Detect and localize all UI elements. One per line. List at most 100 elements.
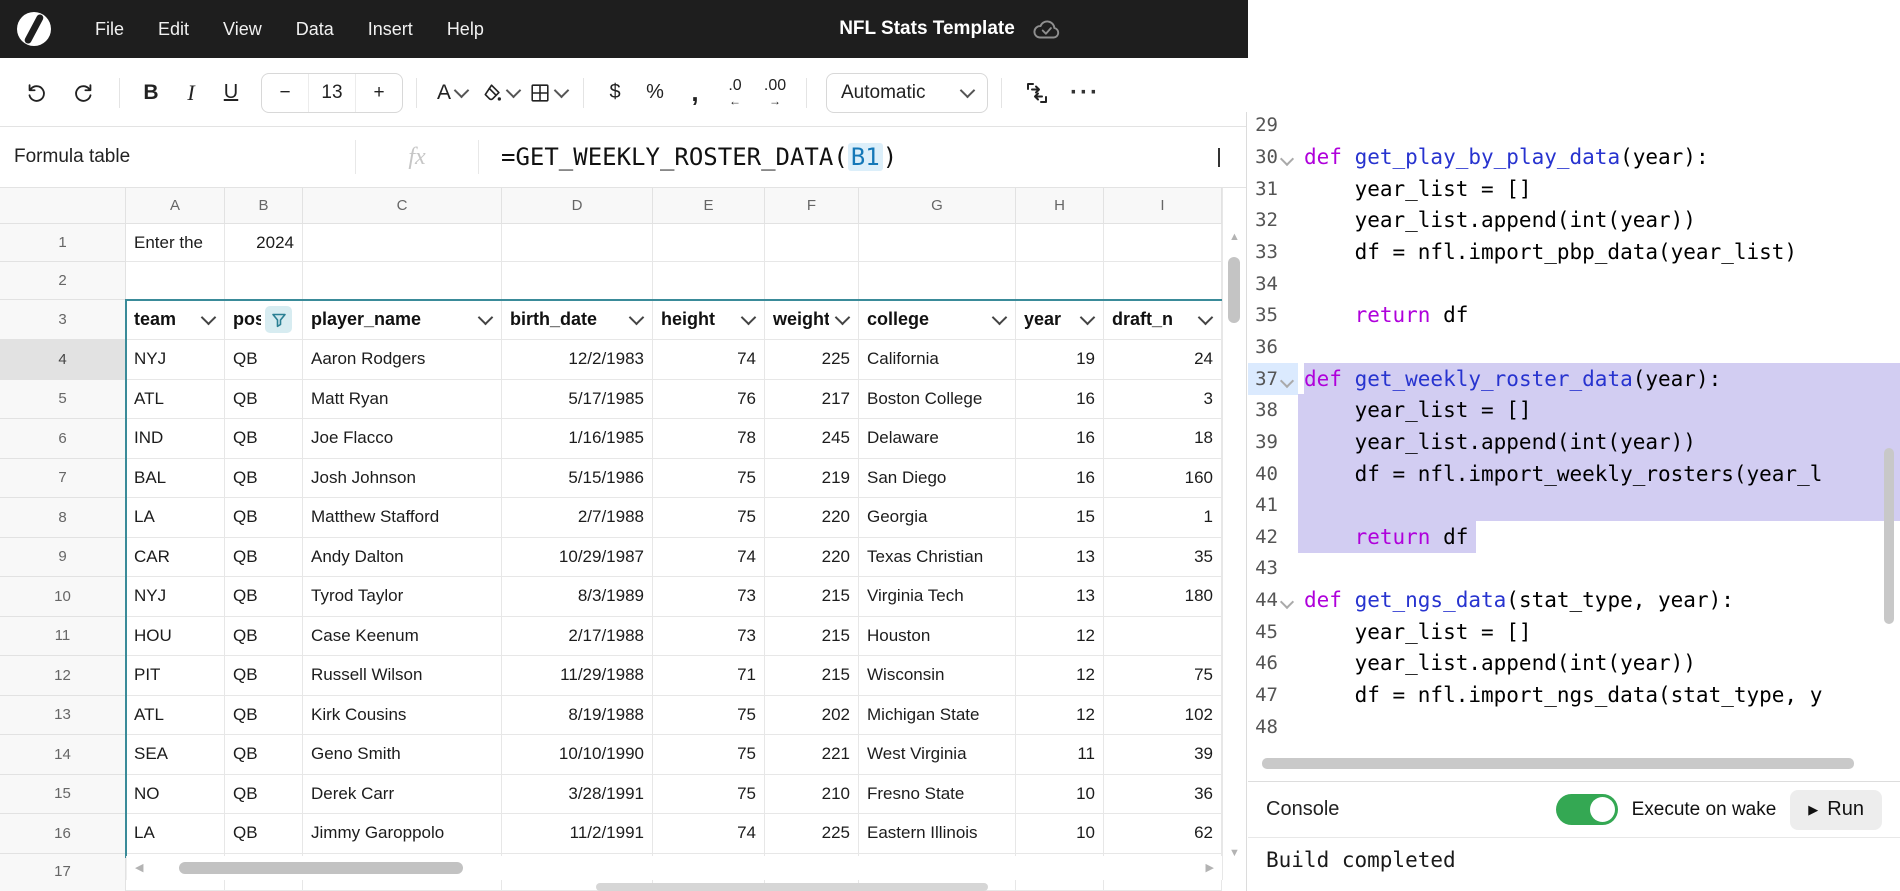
cell-E12[interactable]: 71: [653, 656, 765, 696]
row-header-7[interactable]: 7: [0, 459, 126, 499]
cell-G5[interactable]: Boston College: [859, 380, 1016, 420]
app-logo-icon[interactable]: [16, 11, 52, 47]
cell-A12[interactable]: PIT: [126, 656, 225, 696]
sheet-vertical-scrollbar[interactable]: ▲ ▼: [1222, 188, 1245, 880]
cell-E14[interactable]: 75: [653, 735, 765, 775]
code-line-31[interactable]: 31 year_list = []: [1248, 173, 1900, 205]
code-line-39[interactable]: 39 year_list.append(int(year)): [1248, 426, 1900, 458]
row-header-5[interactable]: 5: [0, 380, 126, 420]
format-selection-icon-button[interactable]: [1015, 73, 1059, 113]
fold-chevron-icon[interactable]: [1280, 152, 1294, 166]
chevron-down-icon[interactable]: [1198, 310, 1214, 326]
cell-G13[interactable]: Michigan State: [859, 696, 1016, 736]
cell-E4[interactable]: 74: [653, 340, 765, 380]
cell-D7[interactable]: 5/15/1986: [502, 459, 653, 499]
cell-B12[interactable]: QB: [225, 656, 303, 696]
cell-H1[interactable]: [1016, 224, 1104, 262]
fold-chevron-icon[interactable]: [1280, 595, 1294, 609]
cell-B7[interactable]: QB: [225, 459, 303, 499]
cell-B13[interactable]: QB: [225, 696, 303, 736]
cell-A2[interactable]: [126, 262, 225, 300]
cell-C14[interactable]: Geno Smith: [303, 735, 502, 775]
cell-F11[interactable]: 215: [765, 617, 859, 657]
code-line-34[interactable]: 34: [1248, 268, 1900, 300]
chevron-down-icon[interactable]: [741, 310, 757, 326]
cell-C13[interactable]: Kirk Cousins: [303, 696, 502, 736]
percent-format-button[interactable]: %: [637, 73, 673, 113]
table-header-year[interactable]: year: [1016, 300, 1104, 340]
formula-bar-expand-button[interactable]: [1218, 148, 1220, 166]
cell-B6[interactable]: QB: [225, 419, 303, 459]
fill-color-button[interactable]: [478, 73, 522, 113]
cell-F2[interactable]: [765, 262, 859, 300]
row-header-1[interactable]: 1: [0, 224, 126, 262]
currency-format-button[interactable]: $: [597, 73, 633, 113]
scrollbar-thumb[interactable]: [1884, 448, 1894, 624]
cell-I16[interactable]: 62: [1104, 814, 1222, 854]
column-header-e[interactable]: E: [653, 188, 765, 224]
row-header-4[interactable]: 4: [0, 340, 126, 380]
row-header-15[interactable]: 15: [0, 775, 126, 815]
code-line-40[interactable]: 40 df = nfl.import_weekly_rosters(year_l: [1248, 458, 1900, 490]
cell-B14[interactable]: QB: [225, 735, 303, 775]
table-header-draft_n[interactable]: draft_n: [1104, 300, 1222, 340]
code-line-47[interactable]: 47 df = nfl.import_ngs_data(stat_type, y: [1248, 679, 1900, 711]
filter-funnel-icon[interactable]: [265, 306, 292, 333]
cell-B2[interactable]: [225, 262, 303, 300]
column-header-h[interactable]: H: [1016, 188, 1104, 224]
cell-I2[interactable]: [1104, 262, 1222, 300]
scrollbar-thumb[interactable]: [1228, 257, 1240, 323]
cell-B1[interactable]: 2024: [225, 224, 303, 262]
scroll-left-arrow-icon[interactable]: ◀: [135, 863, 143, 874]
code-line-33[interactable]: 33 df = nfl.import_pbp_data(year_list): [1248, 236, 1900, 268]
chevron-down-icon[interactable]: [478, 310, 494, 326]
cell-I12[interactable]: 75: [1104, 656, 1222, 696]
execute-on-wake-toggle[interactable]: [1556, 794, 1618, 825]
sheet-horizontal-scrollbar[interactable]: ◀ ▶: [126, 856, 1222, 880]
cell-D14[interactable]: 10/10/1990: [502, 735, 653, 775]
cell-I13[interactable]: 102: [1104, 696, 1222, 736]
cell-F15[interactable]: 210: [765, 775, 859, 815]
cell-E7[interactable]: 75: [653, 459, 765, 499]
formula-input[interactable]: =GET_WEEKLY_ROSTER_DATA(B1): [479, 143, 897, 171]
code-line-35[interactable]: 35 return df: [1248, 299, 1900, 331]
cell-E5[interactable]: 76: [653, 380, 765, 420]
cell-F16[interactable]: 225: [765, 814, 859, 854]
cell-B11[interactable]: QB: [225, 617, 303, 657]
bottom-panel-scrollbar[interactable]: [596, 883, 988, 891]
cell-A14[interactable]: SEA: [126, 735, 225, 775]
cell-D16[interactable]: 11/2/1991: [502, 814, 653, 854]
cell-H11[interactable]: 12: [1016, 617, 1104, 657]
menu-insert[interactable]: Insert: [351, 0, 430, 58]
cell-A11[interactable]: HOU: [126, 617, 225, 657]
cell-E10[interactable]: 73: [653, 577, 765, 617]
cell-F9[interactable]: 220: [765, 538, 859, 578]
cell-H14[interactable]: 11: [1016, 735, 1104, 775]
cell-D10[interactable]: 8/3/1989: [502, 577, 653, 617]
cell-H7[interactable]: 16: [1016, 459, 1104, 499]
menu-view[interactable]: View: [206, 0, 279, 58]
row-header-9[interactable]: 9: [0, 538, 126, 578]
cell-D6[interactable]: 1/16/1985: [502, 419, 653, 459]
row-header-2[interactable]: 2: [0, 262, 126, 300]
cell-C15[interactable]: Derek Carr: [303, 775, 502, 815]
menu-file[interactable]: File: [78, 0, 141, 58]
code-line-46[interactable]: 46 year_list.append(int(year)): [1248, 647, 1900, 679]
chevron-down-icon[interactable]: [1080, 310, 1096, 326]
cell-D2[interactable]: [502, 262, 653, 300]
cell-H12[interactable]: 12: [1016, 656, 1104, 696]
column-header-d[interactable]: D: [502, 188, 653, 224]
cell-G7[interactable]: San Diego: [859, 459, 1016, 499]
cell-I10[interactable]: 180: [1104, 577, 1222, 617]
cell-B15[interactable]: QB: [225, 775, 303, 815]
code-line-29[interactable]: 29: [1248, 114, 1900, 141]
cell-G14[interactable]: West Virginia: [859, 735, 1016, 775]
code-line-38[interactable]: 38 year_list = []: [1248, 394, 1900, 426]
bold-button[interactable]: B: [133, 73, 169, 113]
comma-format-button[interactable]: ,: [677, 73, 713, 113]
cell-H8[interactable]: 15: [1016, 498, 1104, 538]
cell-E11[interactable]: 73: [653, 617, 765, 657]
cell-I7[interactable]: 160: [1104, 459, 1222, 499]
cell-C4[interactable]: Aaron Rodgers: [303, 340, 502, 380]
cell-A6[interactable]: IND: [126, 419, 225, 459]
